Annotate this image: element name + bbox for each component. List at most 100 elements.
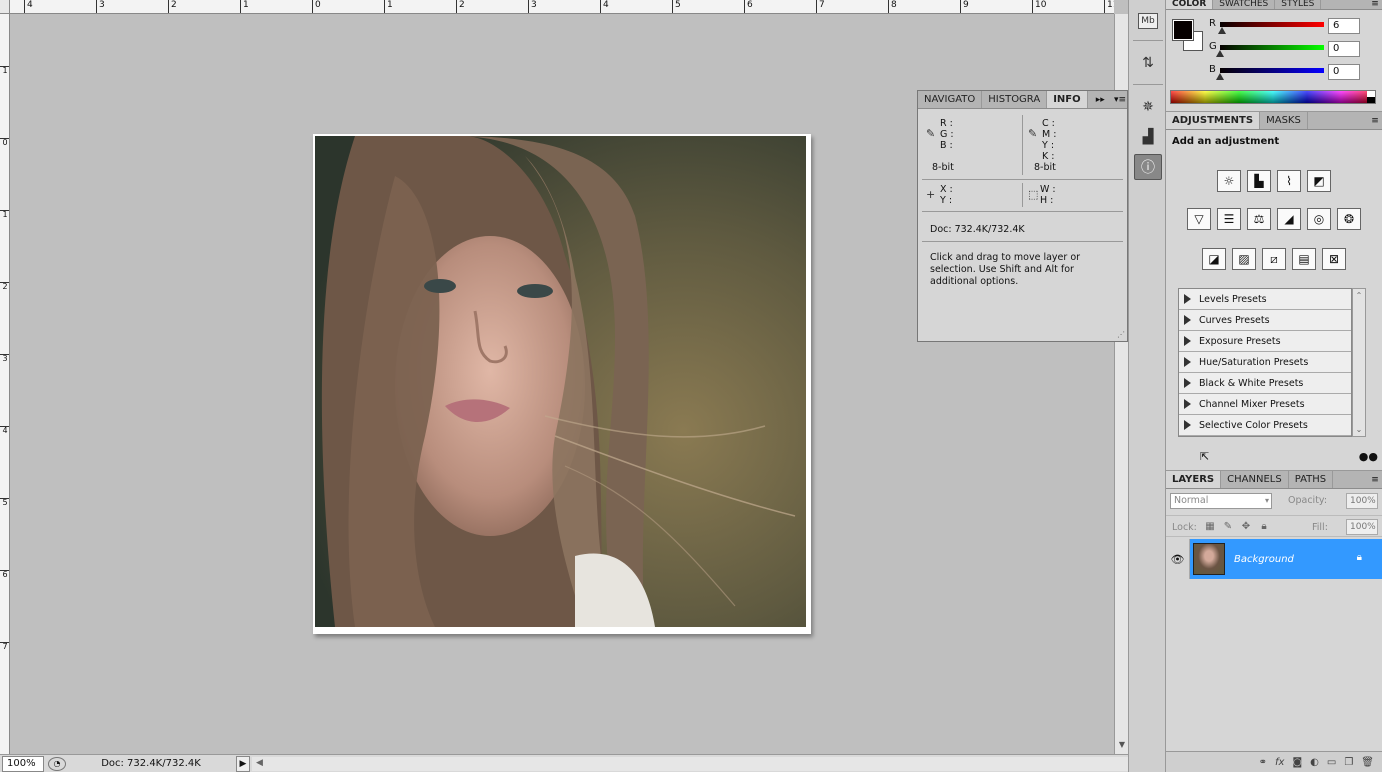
foreground-color-swatch[interactable] [1172,19,1194,41]
delete-layer-icon[interactable]: 🗑︎ [1361,757,1374,768]
info-divider [922,179,1123,180]
vibrance-icon[interactable]: ▽ [1187,208,1211,230]
scroll-down-arrow-icon[interactable]: ⌄ [1353,425,1365,434]
zoom-level-field[interactable]: 100% [2,755,44,772]
resize-grip-icon[interactable]: ⋰ [1117,330,1125,339]
preset-item[interactable]: Selective Color Presets [1179,415,1351,436]
tab-masks[interactable]: MASKS [1260,112,1308,129]
canvas-horizontal-scrollbar[interactable]: ◀ [252,756,1128,771]
color-spectrum-ramp[interactable] [1170,90,1376,104]
portrait-photo[interactable] [315,136,806,627]
tab-styles[interactable]: STYLES [1275,0,1322,9]
tab-paths[interactable]: PATHS [1289,471,1334,488]
preset-item[interactable]: Black & White Presets [1179,373,1351,394]
tab-channels[interactable]: CHANNELS [1221,471,1289,488]
expand-triangle-icon[interactable] [1184,336,1191,346]
lock-all-icon[interactable]: 🔒︎ [1258,521,1270,533]
clip-to-layer-icon[interactable]: ⇱ [1200,450,1209,463]
add-mask-icon[interactable]: ◙ [1292,757,1302,768]
status-info-icon[interactable]: ◔ [48,756,66,771]
link-layers-icon[interactable]: ⚭ [1259,757,1267,768]
blue-slider-thumb[interactable] [1216,73,1224,80]
preset-item[interactable]: Curves Presets [1179,310,1351,331]
selective-color-icon[interactable]: ⊠ [1322,248,1346,270]
black-white-icon[interactable]: ◢ [1277,208,1301,230]
view-toggle-icon[interactable]: ●● [1359,450,1378,463]
layer-name[interactable]: Background [1234,554,1294,565]
black-white-swatch[interactable] [1367,91,1375,103]
curves-icon[interactable]: ⌇ [1277,170,1301,192]
green-slider-thumb[interactable] [1216,50,1224,57]
layer-style-icon[interactable]: fx [1275,757,1284,768]
scroll-up-arrow-icon[interactable]: ⌃ [1353,291,1365,300]
preset-item[interactable]: Exposure Presets [1179,331,1351,352]
fill-field[interactable]: 100% [1346,519,1378,535]
blue-value-field[interactable]: 0 [1328,64,1360,80]
tab-histogram[interactable]: HISTOGRA [982,91,1048,108]
new-layer-icon[interactable]: ❐ [1344,757,1353,768]
preset-item[interactable]: Levels Presets [1179,289,1351,310]
ruler-top[interactable]: 4 3 2 1 0 1 2 3 4 5 6 7 8 9 10 11 [10,0,1114,14]
invert-icon[interactable]: ◪ [1202,248,1226,270]
info-w-label: W : [1040,184,1056,195]
posterize-icon[interactable]: ▨ [1232,248,1256,270]
channel-mixer-icon[interactable]: ❂ [1337,208,1361,230]
green-slider[interactable] [1220,45,1324,50]
mini-bridge-icon[interactable]: Mb [1134,8,1162,34]
presets-scrollbar[interactable]: ⌃ ⌄ [1352,288,1366,437]
photo-filter-icon[interactable]: ◎ [1307,208,1331,230]
expand-triangle-icon[interactable] [1184,294,1191,304]
lock-transparency-icon[interactable]: ▦ [1204,521,1216,533]
info-icon[interactable]: ⓘ [1134,154,1162,180]
red-slider-thumb[interactable] [1218,27,1227,34]
status-menu-arrow-icon[interactable]: ▶ [236,755,250,772]
color-balance-icon[interactable]: ⚖ [1247,208,1271,230]
tab-color[interactable]: COLOR [1166,0,1214,9]
red-value-field[interactable]: 6 [1328,18,1360,34]
lock-position-icon[interactable]: ✥ [1240,521,1252,533]
tab-navigator[interactable]: NAVIGATO [918,91,983,108]
opacity-field[interactable]: 100% [1346,493,1378,509]
scroll-left-arrow-icon[interactable]: ◀ [256,758,263,768]
blend-mode-select[interactable]: Normal ▾ [1170,493,1272,509]
expand-triangle-icon[interactable] [1184,399,1191,409]
new-adjustment-icon[interactable]: ◐ [1310,757,1319,768]
tab-layers[interactable]: LAYERS [1166,471,1222,488]
compass-icon[interactable]: ✵ [1134,94,1162,120]
visibility-eye-icon[interactable]: 👁︎ [1166,539,1190,579]
layers-footer: ⚭ fx ◙ ◐ ▭ ❐ 🗑︎ [1166,751,1382,772]
collapse-icon[interactable]: ▸▸ [1093,91,1107,108]
ruler-left[interactable]: 1 0 1 2 3 4 5 6 7 [0,14,10,754]
expand-triangle-icon[interactable] [1184,315,1191,325]
tab-info[interactable]: INFO [1047,91,1088,108]
histogram-icon[interactable]: ▟ [1134,124,1162,150]
panel-menu-icon[interactable]: ≡ [1368,112,1382,129]
layer-selected[interactable]: Background 🔒︎ [1190,539,1382,579]
gradient-map-icon[interactable]: ▤ [1292,248,1316,270]
panel-menu-icon[interactable]: ≡ [1368,0,1382,9]
lock-image-icon[interactable]: ✎ [1222,521,1234,533]
preset-item[interactable]: Channel Mixer Presets [1179,394,1351,415]
layer-comps-icon[interactable]: ⇅ [1134,50,1162,76]
brightness-contrast-icon[interactable]: ☼ [1217,170,1241,192]
new-group-icon[interactable]: ▭ [1327,757,1336,768]
blue-label: B [1209,64,1216,75]
levels-icon[interactable]: ▙ [1247,170,1271,192]
ruler-tick-label: 2 [0,282,9,291]
red-slider[interactable] [1220,22,1324,27]
blue-slider[interactable] [1220,68,1324,73]
green-value-field[interactable]: 0 [1328,41,1360,57]
expand-triangle-icon[interactable] [1184,357,1191,367]
hue-saturation-icon[interactable]: ☰ [1217,208,1241,230]
panel-menu-icon[interactable]: ≡ [1368,471,1382,488]
expand-triangle-icon[interactable] [1184,378,1191,388]
scroll-down-arrow-icon[interactable]: ▼ [1117,740,1127,750]
panel-menu-icon[interactable]: ▾≡ [1113,91,1127,108]
tab-adjustments[interactable]: ADJUSTMENTS [1166,112,1261,129]
exposure-icon[interactable]: ◩ [1307,170,1331,192]
tab-swatches[interactable]: SWATCHES [1213,0,1276,9]
threshold-icon[interactable]: ⧄ [1262,248,1286,270]
expand-triangle-icon[interactable] [1184,420,1191,430]
layer-row[interactable]: 👁︎ Background 🔒︎ [1166,539,1382,579]
preset-item[interactable]: Hue/Saturation Presets [1179,352,1351,373]
